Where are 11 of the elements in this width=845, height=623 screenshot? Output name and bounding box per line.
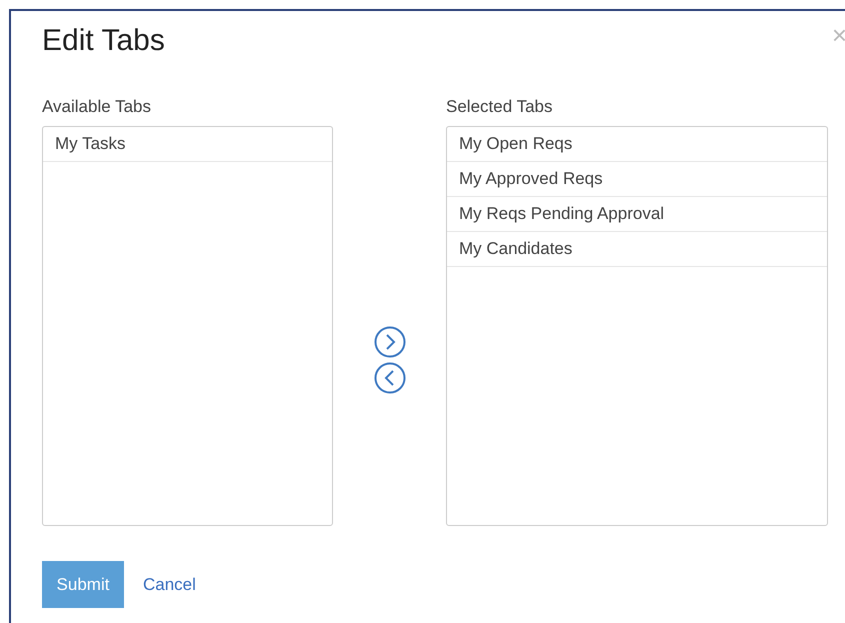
cancel-link[interactable]: Cancel [143, 574, 196, 594]
list-item[interactable]: My Tasks [43, 127, 332, 162]
list-item[interactable]: My Approved Reqs [447, 162, 827, 197]
dialog-title: Edit Tabs [42, 23, 165, 59]
move-left-icon[interactable] [374, 362, 406, 394]
list-label: Available Tabs [42, 97, 152, 117]
list-item[interactable]: My Open Reqs [447, 127, 827, 162]
list-item[interactable]: My Candidates [447, 232, 827, 267]
list-label: Selected Tabs [446, 97, 554, 117]
move-right-icon[interactable] [374, 326, 406, 358]
list-item[interactable]: My Reqs Pending Approval [447, 197, 827, 232]
